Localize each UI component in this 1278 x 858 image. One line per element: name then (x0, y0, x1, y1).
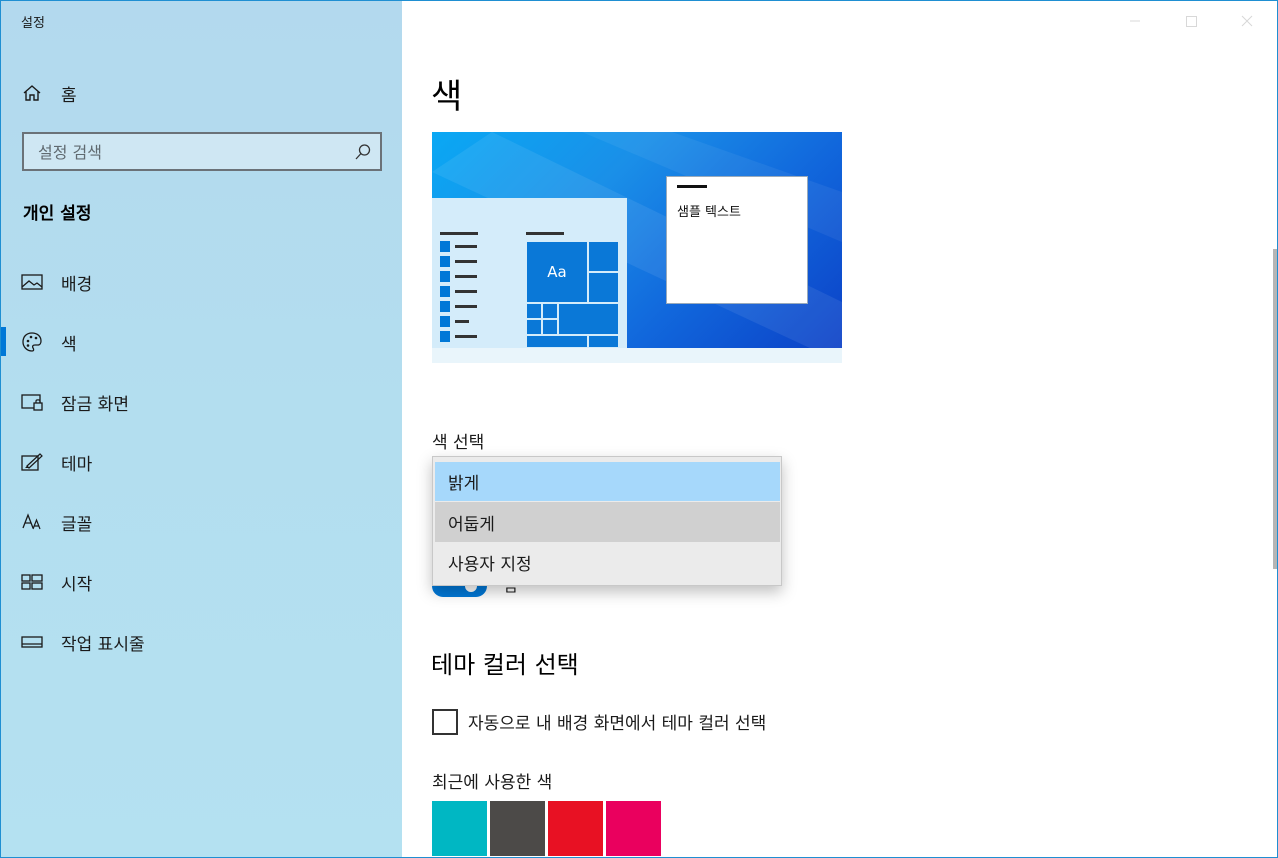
minimize-icon (1130, 20, 1140, 22)
theme-icon (21, 451, 43, 473)
search-input[interactable] (38, 141, 338, 163)
close-button[interactable] (1219, 1, 1275, 41)
sidebar-item-label: 배경 (61, 274, 93, 295)
preview-sample-text: 샘플 텍스트 (677, 205, 741, 220)
preview-taskbar (432, 348, 842, 363)
recent-color-swatch[interactable] (490, 801, 545, 856)
lock-screen-icon (21, 391, 43, 413)
sidebar-item-label: 색 (61, 334, 77, 355)
recent-color-swatch[interactable] (432, 801, 487, 856)
recent-color-swatch[interactable] (548, 801, 603, 856)
preview-start-menu: Aa (432, 198, 627, 348)
sidebar-item-label: 잠금 화면 (61, 394, 129, 415)
home-icon (21, 82, 43, 104)
recent-colors-label: 최근에 사용한 색 (432, 773, 553, 793)
app-title: 설정 (21, 16, 45, 31)
sidebar-item-label: 글꼴 (61, 514, 93, 535)
choose-color-label: 색 선택 (432, 433, 485, 453)
dropdown-option-custom[interactable]: 사용자 지정 (435, 542, 780, 582)
recent-color-swatch[interactable] (606, 801, 661, 856)
auto-accent-checkbox-label[interactable]: 자동으로 내 배경 화면에서 테마 컬러 선택 (468, 709, 766, 734)
auto-accent-checkbox[interactable] (432, 709, 458, 735)
sidebar-item-background[interactable]: 배경 (1, 262, 402, 302)
sidebar-item-label: 시작 (61, 574, 93, 595)
palette-icon (21, 331, 43, 353)
maximize-button[interactable] (1163, 1, 1219, 41)
dropdown-option-light[interactable]: 밝게 (435, 462, 780, 501)
preview-tile: Aa (526, 241, 588, 303)
sidebar-item-label: 작업 표시줄 (61, 634, 145, 655)
home-label: 홈 (61, 85, 77, 106)
close-icon (1241, 15, 1253, 27)
sidebar-item-lock-screen[interactable]: 잠금 화면 (1, 382, 402, 422)
accent-color-heading: 테마 컬러 선택 (431, 651, 579, 679)
home-nav-item[interactable]: 홈 (1, 73, 402, 113)
scrollbar[interactable] (1273, 249, 1277, 569)
search-icon[interactable] (354, 143, 372, 161)
maximize-icon (1186, 16, 1197, 27)
sidebar-item-themes[interactable]: 테마 (1, 442, 402, 482)
settings-window: 설정 홈 개인 설정 배경 색 (0, 0, 1278, 858)
section-title: 개인 설정 (23, 204, 92, 224)
font-icon (21, 511, 43, 533)
minimize-button[interactable] (1107, 1, 1163, 41)
color-preview: Aa 샘플 텍스트 (432, 132, 842, 363)
sidebar-item-label: 테마 (61, 454, 93, 475)
taskbar-icon (21, 631, 43, 653)
picture-icon (21, 271, 43, 293)
color-mode-dropdown[interactable]: 밝게 어둡게 사용자 지정 (432, 456, 782, 586)
preview-window: 샘플 텍스트 (666, 176, 808, 304)
sidebar-item-taskbar[interactable]: 작업 표시줄 (1, 622, 402, 662)
sidebar: 설정 홈 개인 설정 배경 색 (1, 1, 402, 857)
page-title: 색 (431, 77, 463, 117)
sidebar-item-start[interactable]: 시작 (1, 562, 402, 602)
search-box[interactable] (22, 132, 382, 171)
dropdown-option-dark[interactable]: 어둡게 (435, 502, 780, 542)
sidebar-item-colors[interactable]: 색 (1, 322, 402, 362)
sidebar-item-fonts[interactable]: 글꼴 (1, 502, 402, 542)
start-icon (21, 571, 43, 593)
